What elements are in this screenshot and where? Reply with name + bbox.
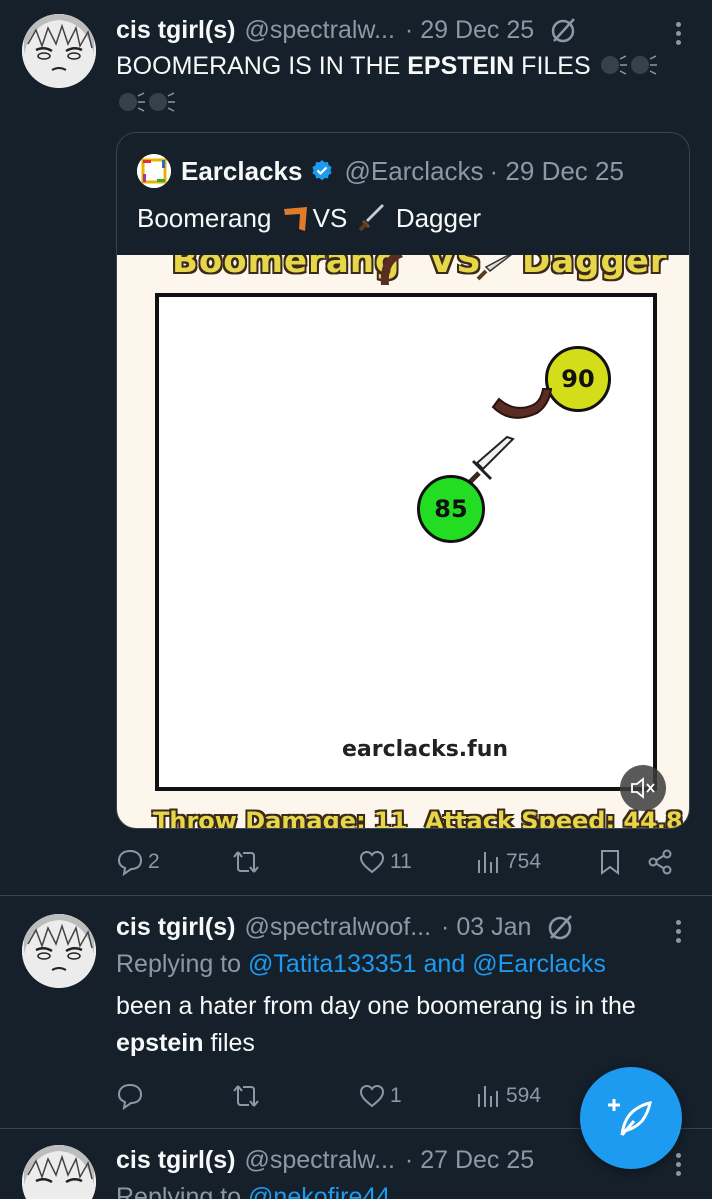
more-options-icon[interactable] [674,1151,682,1177]
tweet-date[interactable]: · 27 Dec 25 [405,1146,534,1175]
more-options-icon[interactable] [674,20,682,46]
speaking-head-emoji-icon [119,92,145,112]
heart-icon [359,850,385,874]
stat-left: Throw Damage: 11 [153,807,408,828]
tweet-header: cis tgirl(s) @spectralw... · 27 Dec 25 [116,1144,632,1176]
verified-badge-icon [312,160,333,181]
replying-to: Replying to @nekofire44 [116,1183,390,1199]
tweet-text-part: files [203,1029,255,1057]
speaking-head-emoji-icon [149,92,175,112]
avatar-image [22,1145,96,1199]
earclacks-logo-icon [137,154,171,188]
views-chart-icon [478,852,498,873]
tweet-text-part: BOOMERANG IS IN THE [116,52,408,80]
views-button[interactable]: 754 [474,842,541,882]
replying-users-link[interactable]: @nekofire44 [248,1183,390,1199]
quoted-avatar[interactable] [137,154,171,188]
tweet-text-part: been a hater from day one boomerang is i… [116,992,636,1020]
tweet-text-bold: epstein [116,1029,204,1057]
quoted-text: Boomerang VS Dagger [137,203,481,234]
views-button[interactable]: 594 [474,1076,541,1116]
game-arena: 90 85 earclacks.fun [155,293,657,791]
boomerang-weapon-icon [491,388,553,419]
like-button[interactable]: 11 [358,842,412,882]
retweet-button[interactable] [232,842,264,882]
quoted-text-part: Boomerang [137,203,272,233]
quoted-tweet-header: Earclacks @Earclacks · 29 Dec 25 [137,153,624,189]
retweet-button[interactable] [232,1076,264,1116]
quoted-text-part: VS [312,203,348,233]
views-count: 594 [506,1084,542,1107]
bookmark-button[interactable] [596,842,624,882]
share-icon [648,849,672,875]
tweet-date[interactable]: · 03 Jan [441,913,531,942]
dagger-title-icon [476,255,513,281]
like-button[interactable]: 1 [358,1076,402,1116]
boomerang-emoji-icon [283,207,307,231]
replying-prefix: Replying to [116,1183,249,1199]
game-title-right: Dagger [522,255,668,281]
display-name[interactable]: cis tgirl(s) [116,1146,235,1175]
mute-button[interactable] [620,765,666,811]
volume-muted-icon [631,777,655,799]
tweet-actions: 2 11 754 [116,842,686,882]
reply-icon [117,1083,143,1110]
reply-count: 2 [148,850,160,873]
user-handle[interactable]: @spectralw... [244,16,394,45]
grok-slash-icon[interactable] [545,912,575,942]
bookmark-icon [601,850,619,875]
avatar-image [22,14,96,88]
grok-slash-icon[interactable] [548,15,578,45]
tweet-text: BOOMERANG IS IN THE EPSTEIN FILES [116,48,682,122]
share-button[interactable] [646,842,674,882]
video-media[interactable]: Boomerang VS Dagger 90 85 earclacks.fun … [117,255,689,828]
user-handle[interactable]: @spectralw... [244,1146,394,1175]
watermark: earclacks.fun [342,737,509,762]
reply-button[interactable]: 2 [116,842,160,882]
like-count: 11 [390,850,412,873]
tweet-date[interactable]: · 29 Dec 25 [405,16,534,45]
replying-prefix: Replying to [116,950,249,978]
reply-button[interactable] [116,1076,148,1116]
replying-users-link[interactable]: @Tatita133351 and @Earclacks [248,950,606,978]
game-title-left: Boomerang [172,255,401,281]
user-handle[interactable]: @spectralwoof... [244,913,431,942]
display-name[interactable]: cis tgirl(s) [116,913,235,942]
tweet-text: been a hater from day one boomerang is i… [116,988,682,1062]
retweet-icon [233,1085,259,1107]
display-name[interactable]: cis tgirl(s) [116,16,235,45]
boomerang-title-icon [380,255,403,285]
quoted-text-part: Dagger [395,203,482,233]
quoted-tweet[interactable]: Earclacks @Earclacks · 29 Dec 25 Boomera… [116,132,690,829]
views-count: 754 [506,850,542,873]
dagger-ball: 85 [417,475,485,543]
tweet-1[interactable]: cis tgirl(s) @spectralw... · 29 Dec 25 B… [0,0,712,895]
retweet-icon [233,851,259,873]
speaking-head-emoji-icon [600,55,627,75]
speaking-head-emoji-icon [630,55,657,75]
compose-feather-icon [608,1099,652,1136]
avatar-image [22,914,96,988]
quoted-handle[interactable]: @Earclacks [344,156,483,187]
quoted-display-name[interactable]: Earclacks [181,156,302,187]
tweet-text-bold: EPSTEIN [407,52,515,80]
more-options-icon[interactable] [674,918,682,944]
tweet-text-part: FILES [514,52,591,80]
like-count: 1 [390,1084,402,1107]
replying-to: Replying to @Tatita133351 and @Earclacks [116,950,606,979]
tweet-header: cis tgirl(s) @spectralwoof... · 03 Jan [116,911,632,943]
compose-button[interactable] [580,1067,682,1169]
quoted-date[interactable]: · 29 Dec 25 [490,156,624,187]
dagger-emoji-icon [358,204,384,232]
heart-icon [359,1084,385,1108]
avatar[interactable] [22,14,96,88]
avatar[interactable] [22,914,96,988]
avatar[interactable] [22,1145,96,1199]
reply-icon [117,849,143,876]
views-chart-icon [478,1086,498,1107]
tweet-header: cis tgirl(s) @spectralw... · 29 Dec 25 [116,14,632,46]
